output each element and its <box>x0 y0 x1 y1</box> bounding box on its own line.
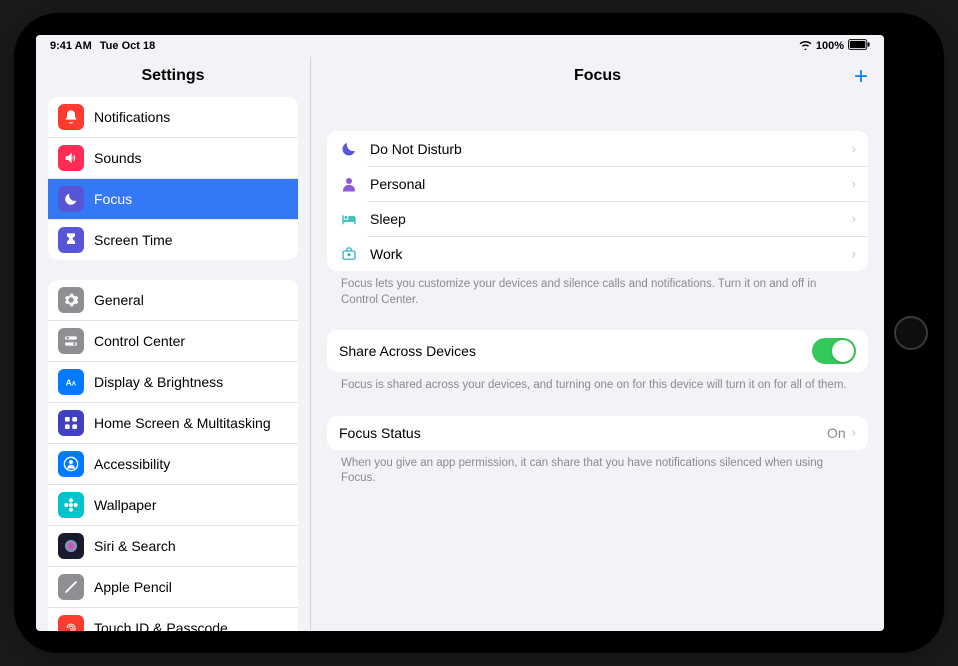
wifi-icon <box>799 40 812 53</box>
moon-fill-icon <box>339 140 359 158</box>
hourglass-icon <box>58 227 84 253</box>
focus-modes-footer: Focus lets you customize your devices an… <box>327 271 868 308</box>
share-across-devices-row: Share Across Devices <box>327 330 868 372</box>
sidebar-item-focus[interactable]: Focus <box>48 178 298 219</box>
moon-icon <box>58 186 84 212</box>
screen: 9:41 AM Tue Oct 18 100% Settings Notific… <box>36 35 884 631</box>
focus-status-label: Focus Status <box>339 425 827 441</box>
fingerprint-icon <box>58 615 84 631</box>
sidebar-item-label: General <box>94 292 288 308</box>
speaker-icon <box>58 145 84 171</box>
battery-icon <box>848 39 870 53</box>
sidebar-item-label: Accessibility <box>94 456 288 472</box>
status-bar: 9:41 AM Tue Oct 18 100% <box>36 35 884 57</box>
sidebar-item-label: Apple Pencil <box>94 579 288 595</box>
sidebar-item-label: Focus <box>94 191 288 207</box>
sidebar-item-label: Touch ID & Passcode <box>94 620 288 631</box>
sidebar-item-accessibility[interactable]: Accessibility <box>48 443 298 484</box>
chevron-right-icon: › <box>852 246 856 261</box>
sidebar-item-wallpaper[interactable]: Wallpaper <box>48 484 298 525</box>
sidebar-item-home-screen-multitasking[interactable]: Home Screen & Multitasking <box>48 402 298 443</box>
share-toggle[interactable] <box>812 338 856 364</box>
grid-icon <box>58 410 84 436</box>
sidebar-item-label: Siri & Search <box>94 538 288 554</box>
sidebar-group-1: Notifications Sounds Focus Screen Time <box>48 97 298 260</box>
focus-mode-do-not-disturb[interactable]: Do Not Disturb › <box>327 131 868 166</box>
svg-text:A: A <box>72 381 77 387</box>
briefcase-icon <box>339 245 359 263</box>
chevron-right-icon: › <box>852 425 856 440</box>
home-button[interactable] <box>894 316 928 350</box>
sidebar-item-label: Sounds <box>94 150 288 166</box>
battery-percent: 100% <box>816 40 844 52</box>
sidebar-title: Settings <box>36 57 310 97</box>
gear-icon <box>58 287 84 313</box>
sidebar-item-display-brightness[interactable]: AA Display & Brightness <box>48 361 298 402</box>
share-label: Share Across Devices <box>339 343 812 359</box>
add-focus-button[interactable]: + <box>854 63 868 91</box>
siri-icon <box>58 533 84 559</box>
focus-mode-work[interactable]: Work › <box>327 236 868 271</box>
sidebar-item-apple-pencil[interactable]: Apple Pencil <box>48 566 298 607</box>
focus-modes-list: Do Not Disturb › Personal › Sleep › Work › <box>327 131 868 271</box>
sidebar-item-sounds[interactable]: Sounds <box>48 137 298 178</box>
sidebar-item-siri-search[interactable]: Siri & Search <box>48 525 298 566</box>
detail-pane: Focus + Do Not Disturb›Personal›Sleep›Wo… <box>311 57 884 631</box>
share-footer: Focus is shared across your devices, and… <box>327 372 868 394</box>
pencil-icon <box>58 574 84 600</box>
settings-sidebar: Settings Notifications Sounds Focus Screen … <box>36 57 311 631</box>
bed-icon <box>339 210 359 228</box>
sidebar-group-2: General Control Center AA Display & Brightn… <box>48 280 298 631</box>
sidebar-item-label: Home Screen & Multitasking <box>94 415 288 431</box>
chevron-right-icon: › <box>852 141 856 156</box>
sidebar-item-touch-id-passcode[interactable]: Touch ID & Passcode <box>48 607 298 631</box>
focus-mode-label: Sleep <box>370 211 841 227</box>
focus-mode-label: Do Not Disturb <box>370 141 841 157</box>
focus-mode-sleep[interactable]: Sleep › <box>327 201 868 236</box>
flower-icon <box>58 492 84 518</box>
focus-status-row[interactable]: Focus Status On › <box>327 416 868 450</box>
ipad-frame: 9:41 AM Tue Oct 18 100% Settings Notific… <box>14 13 944 653</box>
sidebar-item-label: Display & Brightness <box>94 374 288 390</box>
chevron-right-icon: › <box>852 176 856 191</box>
focus-status-value: On <box>827 425 846 441</box>
focus-status-footer: When you give an app permission, it can … <box>327 450 868 487</box>
sidebar-item-label: Screen Time <box>94 232 288 248</box>
switches-icon <box>58 328 84 354</box>
detail-title: Focus <box>311 67 884 85</box>
chevron-right-icon: › <box>852 211 856 226</box>
sidebar-item-control-center[interactable]: Control Center <box>48 320 298 361</box>
person-icon <box>58 451 84 477</box>
aa-icon: AA <box>58 369 84 395</box>
sidebar-item-label: Notifications <box>94 109 288 125</box>
focus-mode-label: Personal <box>370 176 841 192</box>
sidebar-item-notifications[interactable]: Notifications <box>48 97 298 137</box>
status-date: Tue Oct 18 <box>100 40 155 52</box>
bell-icon <box>58 104 84 130</box>
sidebar-item-general[interactable]: General <box>48 280 298 320</box>
person-fill-icon <box>339 175 359 193</box>
status-time: 9:41 AM <box>50 40 92 52</box>
sidebar-item-label: Control Center <box>94 333 288 349</box>
focus-mode-label: Work <box>370 246 841 262</box>
sidebar-item-screen-time[interactable]: Screen Time <box>48 219 298 260</box>
sidebar-item-label: Wallpaper <box>94 497 288 513</box>
focus-mode-personal[interactable]: Personal › <box>327 166 868 201</box>
